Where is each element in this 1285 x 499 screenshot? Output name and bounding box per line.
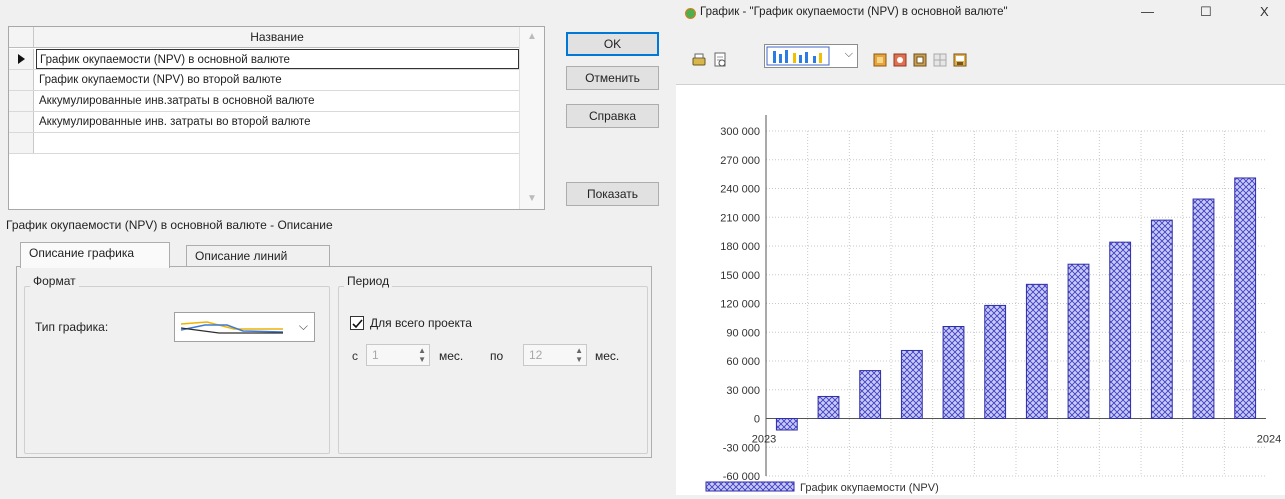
y-tick-label: 210 000 (720, 212, 760, 224)
description-caption: График окупаемости (NPV) в основной валю… (6, 218, 333, 232)
checkmark-icon (352, 319, 363, 329)
period-groupbox (338, 286, 648, 454)
scroll-up-icon[interactable]: ▲ (520, 29, 544, 45)
list-item-label (39, 133, 519, 153)
copy-icon[interactable] (872, 52, 888, 68)
current-row-arrow-icon (18, 54, 25, 64)
color-icon[interactable] (892, 52, 908, 68)
chart-bar (859, 370, 882, 420)
row-indicator (9, 91, 34, 111)
list-item-label: График окупаемости (NPV) во второй валют… (39, 74, 282, 86)
grid-rows: График окупаемости (NPV) в основной валю… (9, 49, 519, 154)
row-indicator (9, 70, 34, 90)
y-tick-label: 270 000 (720, 155, 760, 167)
tab-chart-description[interactable]: Описание графика (20, 242, 170, 268)
close-button[interactable]: X (1260, 4, 1269, 19)
chart-bar (1025, 283, 1048, 419)
to-month-stepper[interactable]: 12 ▲ ▼ (523, 344, 587, 366)
format-group-label: Формат (30, 274, 79, 288)
show-button[interactable]: Показать (566, 182, 659, 206)
y-tick-label: -60 000 (723, 471, 760, 483)
window-titlebar: График - "График окупаемости (NPV) в осн… (676, 0, 1285, 28)
maximize-button[interactable]: ☐ (1200, 4, 1212, 20)
ok-button[interactable]: OK (566, 32, 659, 56)
spin-arrows-icon[interactable]: ▲ ▼ (418, 346, 426, 364)
app-icon (685, 8, 696, 19)
list-item[interactable]: Аккумулированные инв. затраты во второй … (9, 112, 519, 133)
period-group-label: Период (344, 274, 393, 288)
grid-vertical-scrollbar[interactable]: ▲ ▼ (519, 27, 544, 209)
chart-type-dropdown[interactable]: ⌵ (764, 44, 858, 68)
window-title: График - "График окупаемости (NPV) в осн… (700, 6, 1008, 18)
list-item[interactable]: Аккумулированные инв.затраты в основной … (9, 91, 519, 112)
to-month-value: 12 (529, 348, 543, 362)
list-item-label: График окупаемости (NPV) в основной валю… (36, 49, 519, 69)
grid-header-title: Название (250, 30, 304, 44)
chart-bar (1109, 241, 1132, 419)
help-button[interactable]: Справка (566, 104, 659, 128)
chart-bar (1234, 177, 1257, 420)
y-tick-label: 30 000 (726, 385, 760, 397)
y-tick-label: 150 000 (720, 270, 760, 282)
row-indicator (9, 49, 34, 69)
chart-bar (817, 395, 840, 420)
chart-bar (1067, 263, 1090, 419)
list-item-label: Аккумулированные инв.затраты в основной … (39, 95, 315, 107)
to-prefix-label: по (490, 349, 504, 363)
grid-header-corner (9, 27, 34, 47)
row-indicator (9, 112, 34, 132)
chart-type-label: Тип графика: (35, 320, 109, 334)
row-indicator (9, 133, 34, 153)
print-preview-icon[interactable] (712, 52, 728, 68)
y-tick-label: 240 000 (720, 184, 760, 196)
from-unit-label: мес. (439, 349, 464, 363)
chart-bar (984, 304, 1007, 420)
whole-project-checkbox[interactable] (350, 316, 364, 330)
list-item-empty[interactable] (9, 133, 519, 154)
whole-project-label[interactable]: Для всего проекта (370, 316, 472, 330)
chart-bar (942, 326, 965, 419)
x-end-label: 2024 (1257, 434, 1281, 446)
x-start-label: 2023 (752, 434, 776, 446)
plot-area: 300 000 270 000 240 000 210 000 180 000 150 0… (676, 84, 1285, 495)
legend-label: График окупаемости (NPV) (800, 482, 939, 494)
chevron-down-icon[interactable]: ⌵ (845, 48, 853, 61)
chart-window: График - "График окупаемости (NPV) в осн… (676, 0, 1285, 495)
from-month-value: 1 (372, 348, 379, 362)
to-unit-label: мес. (595, 349, 620, 363)
from-month-stepper[interactable]: 1 ▲ ▼ (366, 344, 430, 366)
print-icon[interactable] (691, 52, 707, 68)
y-tick-label: 180 000 (720, 241, 760, 253)
grid-icon[interactable] (932, 52, 948, 68)
minimize-button[interactable]: — (1141, 4, 1154, 19)
grid-header: Название (9, 27, 519, 48)
line-chart-preview-icon (180, 321, 284, 334)
payback-chart: 300 000 270 000 240 000 210 000 180 000 150 0… (705, 115, 1281, 494)
spin-arrows-icon[interactable]: ▲ ▼ (575, 346, 583, 364)
export-icon[interactable] (952, 52, 968, 68)
cancel-button[interactable]: Отменить (566, 66, 659, 90)
y-tick-label: 300 000 (720, 126, 760, 138)
list-item-label: Аккумулированные инв. затраты во второй … (39, 116, 311, 128)
scroll-down-icon[interactable]: ▼ (520, 191, 544, 207)
legend-swatch (705, 481, 795, 492)
from-prefix-label: с (352, 349, 358, 363)
chart-bar (900, 349, 923, 420)
chart-bar (1150, 219, 1173, 419)
chart-bar (775, 418, 798, 431)
y-tick-label: 60 000 (726, 356, 760, 368)
chart-list-grid: Название График окупаемости (NPV) в осно… (8, 26, 545, 210)
y-tick-label: 90 000 (726, 327, 760, 339)
chevron-down-icon[interactable]: ⌵ (299, 319, 308, 334)
chart-type-select[interactable]: ⌵ (174, 312, 315, 342)
y-tick-label: 120 000 (720, 299, 760, 311)
chart-settings-dialog: Название График окупаемости (NPV) в осно… (0, 0, 676, 495)
chart-bar (1192, 198, 1215, 419)
y-tick-label: 0 (754, 414, 760, 426)
list-item[interactable]: График окупаемости (NPV) в основной валю… (9, 49, 519, 70)
settings-icon[interactable] (912, 52, 928, 68)
bar-chart-icon (766, 46, 830, 66)
tab-lines-description[interactable]: Описание линий (186, 245, 330, 267)
list-item[interactable]: График окупаемости (NPV) во второй валют… (9, 70, 519, 91)
